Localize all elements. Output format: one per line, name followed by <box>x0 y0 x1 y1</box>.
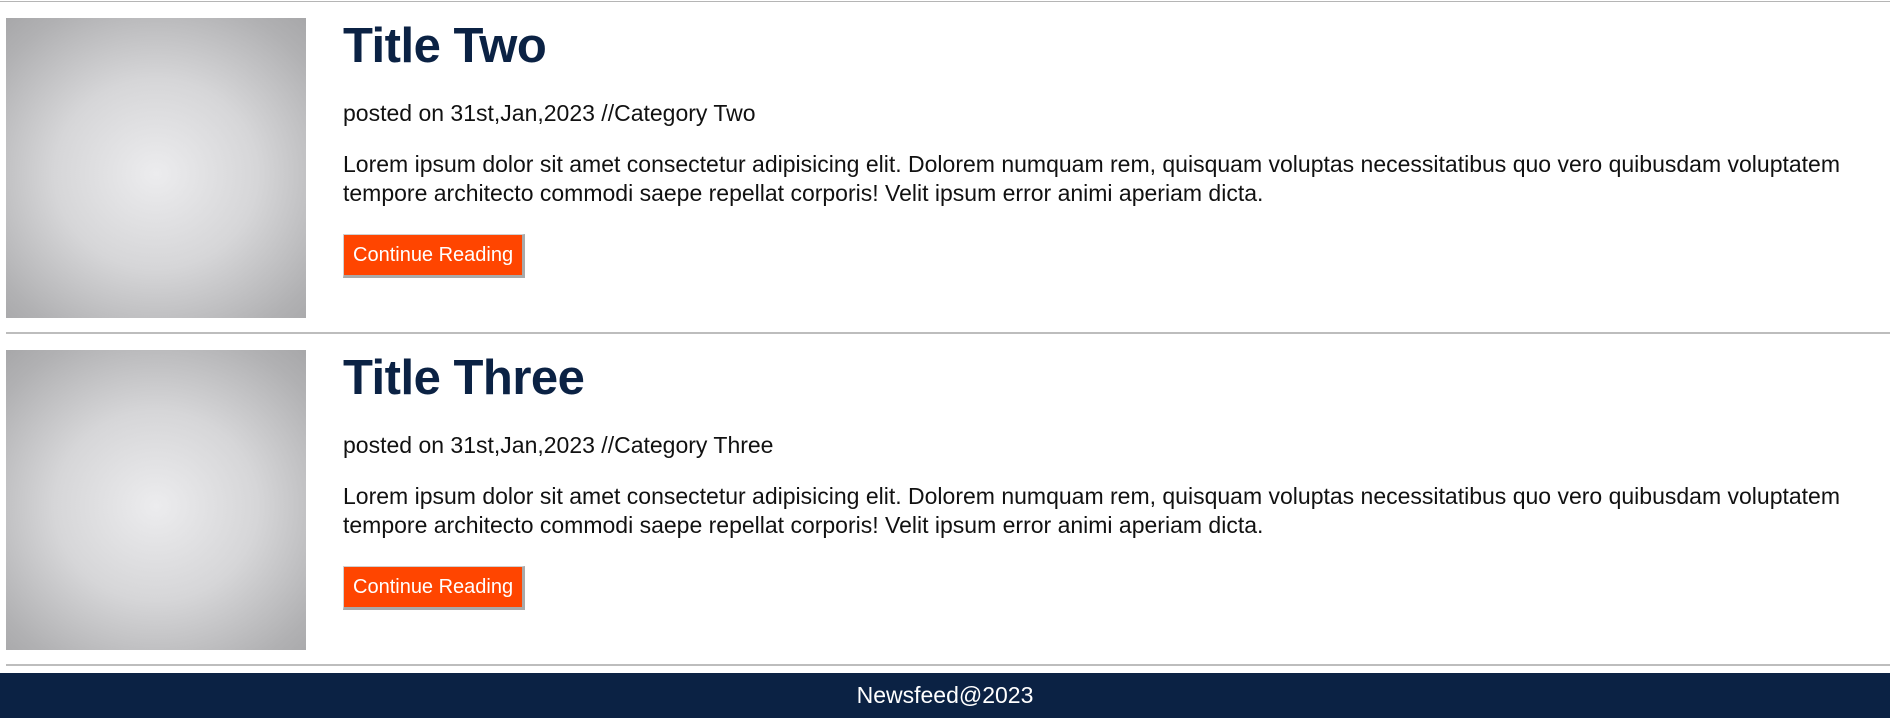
continue-reading-button[interactable]: Continue Reading <box>343 566 526 610</box>
continue-reading-button[interactable]: Continue Reading <box>343 234 526 278</box>
post-content: Title Three posted on 31st,Jan,2023 //Ca… <box>343 350 1890 610</box>
post-title: Title Two <box>343 19 547 73</box>
post-thumbnail-image <box>6 18 306 318</box>
footer-text: Newsfeed@2023 <box>856 682 1034 708</box>
top-divider <box>0 1 1890 2</box>
post-thumbnail-image <box>6 350 306 650</box>
post-divider <box>6 664 1890 666</box>
post-meta: posted on 31st,Jan,2023 //Category Three <box>343 432 774 458</box>
post-card: Title Two posted on 31st,Jan,2023 //Cate… <box>6 18 1890 318</box>
post-card: Title Three posted on 31st,Jan,2023 //Ca… <box>6 350 1890 650</box>
post-title: Title Three <box>343 351 585 405</box>
post-meta: posted on 31st,Jan,2023 //Category Two <box>343 100 756 126</box>
post-divider <box>6 332 1890 334</box>
page-footer: Newsfeed@2023 <box>0 673 1890 718</box>
post-excerpt: Lorem ipsum dolor sit amet consectetur a… <box>343 151 1841 206</box>
post-excerpt: Lorem ipsum dolor sit amet consectetur a… <box>343 483 1841 538</box>
post-content: Title Two posted on 31st,Jan,2023 //Cate… <box>343 18 1890 278</box>
